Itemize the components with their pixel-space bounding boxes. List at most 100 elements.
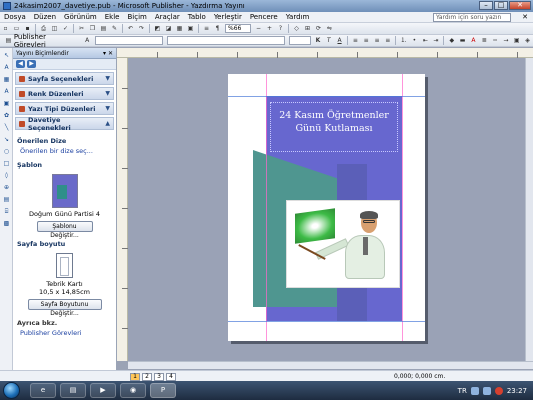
design-gallery-icon[interactable]: ▩ — [2, 219, 11, 228]
back-icon[interactable]: ◀ — [16, 60, 25, 68]
decrease-indent-icon[interactable]: ⇤ — [421, 36, 430, 45]
tray-network-icon[interactable] — [470, 386, 479, 395]
zoom-out-icon[interactable]: − — [254, 24, 263, 33]
rectangle-icon[interactable]: □ — [2, 159, 11, 168]
start-button[interactable] — [3, 382, 20, 399]
arrow-style-icon[interactable]: → — [501, 36, 510, 45]
font-color-icon[interactable]: A — [469, 36, 478, 45]
fill-color-icon[interactable]: ◆ — [447, 36, 456, 45]
paragraph-icon[interactable]: ¶ — [213, 24, 222, 33]
clock[interactable]: 23:27 — [507, 387, 527, 395]
html-fragment-icon[interactable]: ⌸ — [2, 207, 11, 216]
help-search-input[interactable]: Yardım için soru yazın — [433, 13, 511, 22]
align-icon[interactable]: ⊞ — [303, 24, 312, 33]
task-pane-close-icon[interactable]: ▾ ✕ — [103, 50, 113, 57]
taskbar-app-icon[interactable]: ◉ — [120, 383, 146, 398]
form-control-icon[interactable]: ▤ — [2, 195, 11, 204]
page-tab-2[interactable]: 2 — [142, 373, 152, 381]
taskbar-publisher-icon[interactable]: P — [150, 383, 176, 398]
flip-icon[interactable]: ⇋ — [325, 24, 334, 33]
publication-page[interactable]: 24 Kasım Öğretmenler Günü Kutlaması — [228, 74, 425, 341]
menu-pencere[interactable]: Pencere — [246, 13, 282, 21]
align-left-icon[interactable]: ≡ — [351, 36, 360, 45]
hot-spot-icon[interactable]: ⊕ — [2, 183, 11, 192]
undo-icon[interactable]: ↶ — [126, 24, 135, 33]
menu-ekle[interactable]: Ekle — [101, 13, 124, 21]
align-right-icon[interactable]: ≡ — [373, 36, 382, 45]
teacher-clipart[interactable] — [286, 200, 400, 288]
style-icon[interactable]: A — [83, 36, 92, 45]
picture-frame-icon[interactable]: ▣ — [2, 99, 11, 108]
menu-dosya[interactable]: Dosya — [0, 13, 30, 21]
columns-icon[interactable]: ≡ — [202, 24, 211, 33]
oval-icon[interactable]: ○ — [2, 147, 11, 156]
clip-art-icon[interactable]: ✿ — [2, 111, 11, 120]
line-style-icon[interactable]: ≣ — [480, 36, 489, 45]
taskbar-media-icon[interactable]: ▶ — [90, 383, 116, 398]
wrap-icon[interactable]: ◇ — [292, 24, 301, 33]
autoshapes-icon[interactable]: ◊ — [2, 171, 11, 180]
menu-gorunum[interactable]: Görünüm — [60, 13, 101, 21]
section-font-schemes[interactable]: Yazı Tipi Düzenleri ▼ — [15, 102, 114, 115]
change-pagesize-button[interactable]: Sayfa Boyutunu Değiştir... — [27, 299, 102, 317]
arrow-icon[interactable]: ↘ — [2, 135, 11, 144]
justify-icon[interactable]: ≡ — [383, 36, 392, 45]
zoom-select[interactable]: %66 — [225, 24, 251, 33]
menu-yardim[interactable]: Yardım — [282, 13, 314, 21]
publisher-tasks-button[interactable]: ▤ Publisher Görevleri — [0, 33, 82, 49]
line-icon[interactable]: ╲ — [2, 123, 11, 132]
menu-tablo[interactable]: Tablo — [184, 13, 210, 21]
send-back-icon[interactable]: ◪ — [164, 24, 173, 33]
underline-icon[interactable]: A — [335, 36, 344, 45]
table-icon[interactable]: ▦ — [2, 75, 11, 84]
recommended-link[interactable]: Önerilen bir dize seç... — [13, 146, 116, 156]
horizontal-scrollbar[interactable] — [128, 361, 533, 369]
zoom-in-icon[interactable]: + — [265, 24, 274, 33]
page-tab-4[interactable]: 4 — [166, 373, 176, 381]
page-tab-1[interactable]: 1 — [130, 373, 140, 381]
numbering-icon[interactable]: ⒈ — [399, 36, 408, 45]
close-document-icon[interactable]: ✕ — [522, 13, 528, 21]
copy-icon[interactable]: ❐ — [88, 24, 97, 33]
italic-icon[interactable]: T — [324, 36, 333, 45]
shadow-icon[interactable]: ▣ — [512, 36, 521, 45]
select-arrow-icon[interactable]: ↖ — [2, 51, 11, 60]
font-size-select[interactable] — [288, 36, 311, 45]
tray-alert-icon[interactable] — [494, 386, 503, 395]
line-color-icon[interactable]: ▬ — [458, 36, 467, 45]
font-select[interactable] — [167, 36, 285, 45]
language-indicator[interactable]: TR — [458, 387, 467, 395]
section-color-schemes[interactable]: Renk Düzenleri ▼ — [15, 87, 114, 100]
workspace[interactable]: 24 Kasım Öğretmenler Günü Kutlaması — [128, 58, 525, 361]
minimize-button[interactable]: – — [479, 1, 493, 10]
menu-duzen[interactable]: Düzen — [30, 13, 60, 21]
bring-front-icon[interactable]: ◩ — [153, 24, 162, 33]
menu-bicim[interactable]: Biçim — [123, 13, 150, 21]
template-thumbnail[interactable] — [51, 174, 78, 208]
format-painter-icon[interactable]: ✎ — [110, 24, 119, 33]
increase-indent-icon[interactable]: ⇥ — [432, 36, 441, 45]
bullets-icon[interactable]: • — [410, 36, 419, 45]
section-invitation-options[interactable]: Davetiye Seçenekleri ▲ — [15, 116, 114, 132]
vertical-scrollbar[interactable] — [525, 58, 533, 361]
close-button[interactable]: ✕ — [509, 1, 531, 10]
3d-icon[interactable]: ◈ — [523, 36, 532, 45]
menu-yerlestir[interactable]: Yerleştir — [210, 13, 246, 21]
maximize-button[interactable]: □ — [494, 1, 508, 10]
headline-text-box[interactable]: 24 Kasım Öğretmenler Günü Kutlaması — [270, 102, 398, 152]
style-select[interactable] — [94, 36, 164, 45]
change-template-button[interactable]: Şablonu Değiştir... — [36, 221, 93, 239]
section-page-options[interactable]: Sayfa Seçenekleri ▼ — [15, 72, 114, 85]
page-tab-3[interactable]: 3 — [154, 373, 164, 381]
insert-picture-icon[interactable]: ▣ — [186, 24, 195, 33]
bold-icon[interactable]: K — [314, 36, 323, 45]
menu-araclar[interactable]: Araçlar — [151, 13, 184, 21]
forward-icon[interactable]: ▶ — [27, 60, 36, 68]
dash-style-icon[interactable]: ┅ — [491, 36, 500, 45]
insert-table-icon[interactable]: ▦ — [175, 24, 184, 33]
taskbar-ie-icon[interactable]: e — [30, 383, 56, 398]
tray-volume-icon[interactable] — [482, 386, 491, 395]
help-icon[interactable]: ? — [276, 24, 285, 33]
wordart-icon[interactable]: A — [2, 87, 11, 96]
paste-icon[interactable]: ▤ — [99, 24, 108, 33]
